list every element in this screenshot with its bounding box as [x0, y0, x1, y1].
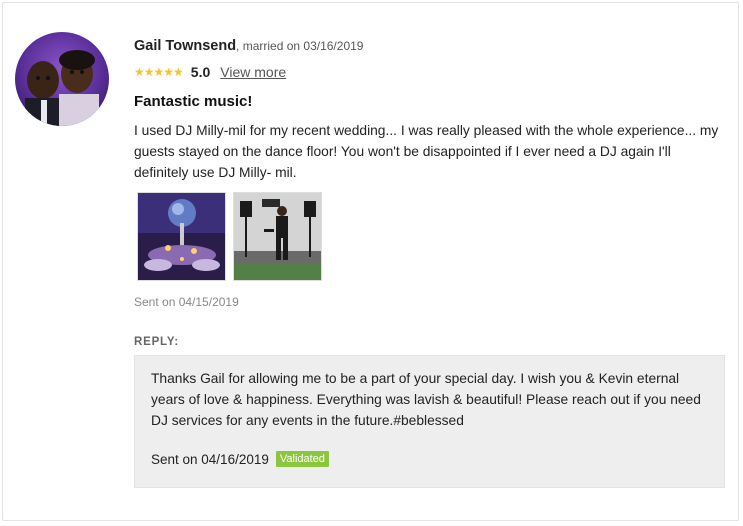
rating-score: 5.0: [190, 64, 211, 80]
reply-text: Thanks Gail for allowing me to be a part…: [151, 371, 701, 428]
reviewer-line: Gail Townsend, married on 03/16/2019: [134, 37, 363, 54]
reply-box: Thanks Gail for allowing me to be a part…: [134, 355, 725, 488]
review-photo-dj[interactable]: [233, 192, 322, 281]
reply-label: REPLY:: [134, 336, 180, 348]
review-body: I used DJ Milly-mil for my recent weddin…: [134, 123, 719, 180]
review-sent-date: Sent on 04/15/2019: [134, 295, 239, 309]
reply-sent-date: Sent on 04/16/2019: [151, 451, 269, 467]
review-title: Fantastic music!: [134, 93, 253, 110]
married-date: , married on 03/16/2019: [236, 39, 364, 53]
rating-row: ★★★★★ 5.0 View more: [134, 63, 286, 81]
avatar[interactable]: [15, 32, 109, 126]
review-card: Gail Townsend, married on 03/16/2019 ★★★…: [2, 2, 739, 521]
reviewer-name[interactable]: Gail Townsend: [134, 38, 236, 54]
review-photo-reception[interactable]: [137, 192, 226, 281]
view-more-link[interactable]: View more: [220, 64, 286, 80]
star-rating-icon: ★★★★★: [134, 65, 184, 79]
validated-badge: Validated: [275, 451, 329, 467]
reply-sent-line: Sent on 04/16/2019 Validated: [151, 451, 329, 467]
